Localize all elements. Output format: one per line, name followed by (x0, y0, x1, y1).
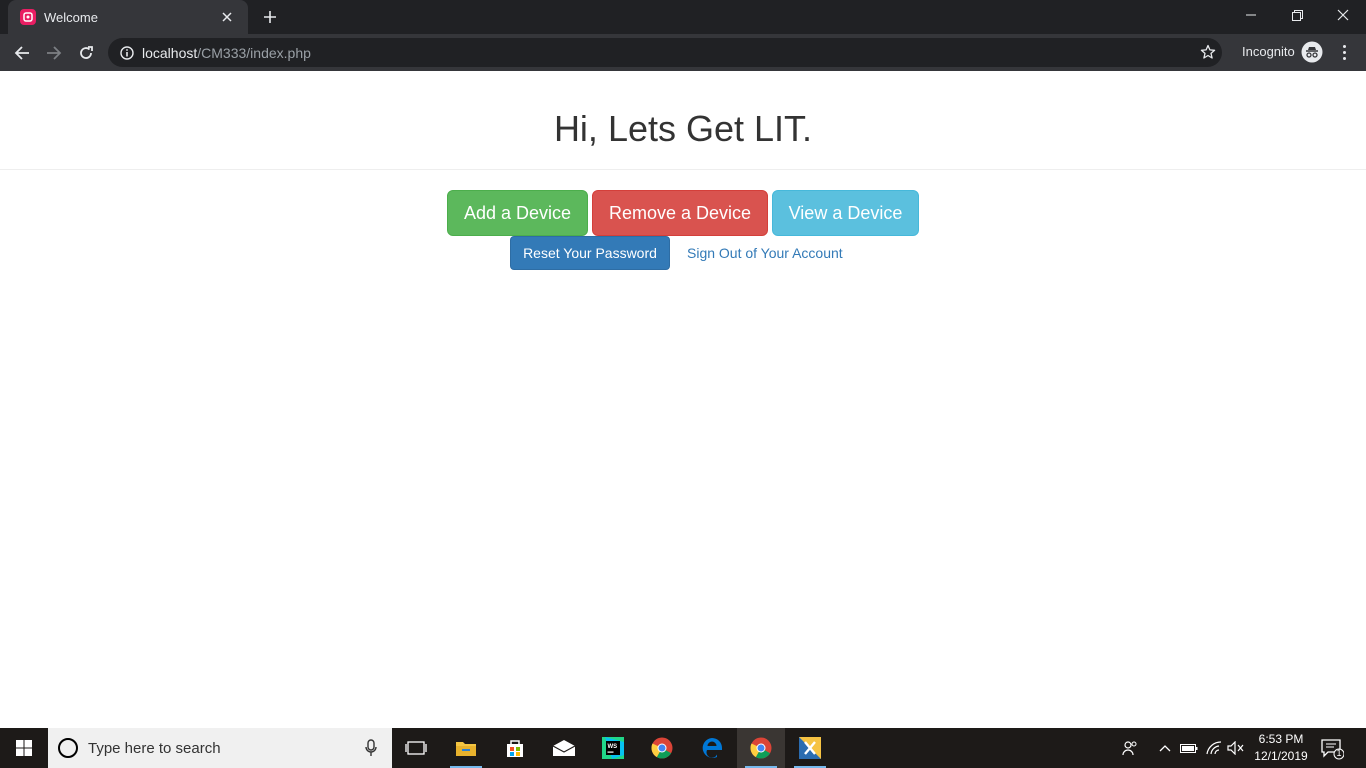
windows-start-icon[interactable] (0, 728, 48, 768)
account-actions: Reset Your Password Sign Out of Your Acc… (0, 236, 1366, 270)
kebab-menu-icon[interactable] (1336, 42, 1352, 62)
browser-tab-welcome[interactable]: Welcome (8, 0, 248, 34)
clock-date: 12/1/2019 (1254, 749, 1308, 763)
system-clock[interactable]: 6:53 PM 12/1/2019 (1252, 731, 1310, 765)
task-view-icon[interactable] (392, 728, 440, 768)
minimize-button[interactable] (1228, 0, 1274, 30)
taskbar: Type here to search WS 6:53 PM 12/1/2019… (0, 728, 1366, 768)
notification-count: 1 (1336, 748, 1342, 758)
page-title: Hi, Lets Get LIT. (553, 108, 813, 149)
xampp-icon[interactable] (786, 728, 834, 768)
new-tab-button[interactable] (258, 6, 282, 28)
url-path: /CM333/index.php (197, 44, 311, 61)
action-center-icon[interactable]: 1 (1320, 736, 1345, 760)
back-arrow-icon[interactable] (9, 40, 35, 66)
info-icon[interactable] (120, 45, 134, 60)
app-logo-icon (20, 9, 36, 25)
address-bar[interactable]: localhost/CM333/index.php (108, 38, 1222, 67)
file-explorer-icon[interactable] (442, 728, 490, 768)
page-header: Hi, Lets Get LIT. (0, 71, 1366, 170)
people-icon[interactable] (1120, 738, 1140, 758)
cortana-icon (58, 738, 78, 758)
taskbar-search-box[interactable]: Type here to search (48, 728, 392, 768)
reset-password-button[interactable]: Reset Your Password (510, 236, 670, 270)
star-icon[interactable] (1200, 44, 1216, 60)
forward-arrow-icon[interactable] (41, 40, 67, 66)
reload-icon[interactable] (73, 40, 99, 66)
device-actions: Add a Device Remove a Device View a Devi… (0, 190, 1366, 236)
microphone-icon[interactable] (364, 739, 378, 757)
edge-icon[interactable] (688, 728, 736, 768)
chevron-up-icon[interactable] (1155, 738, 1175, 758)
add-device-button[interactable]: Add a Device (447, 190, 588, 236)
search-placeholder: Type here to search (88, 739, 221, 757)
wifi-icon[interactable] (1204, 738, 1224, 758)
volume-muted-icon[interactable] (1226, 738, 1246, 758)
browser-tabstrip: Welcome (0, 0, 1366, 34)
url-host: localhost (142, 44, 198, 61)
battery-icon[interactable] (1179, 738, 1199, 758)
incognito-label[interactable]: Incognito (1242, 44, 1295, 59)
restore-button[interactable] (1274, 0, 1320, 30)
chrome-icon[interactable] (638, 728, 686, 768)
tab-close-icon[interactable] (218, 8, 236, 26)
svg-text:WS: WS (608, 744, 618, 750)
incognito-icon[interactable] (1301, 41, 1323, 63)
clock-time: 6:53 PM (1258, 732, 1304, 746)
chrome-incognito-window-icon[interactable] (737, 728, 785, 768)
tab-title: Welcome (44, 9, 98, 25)
mail-icon[interactable] (540, 728, 588, 768)
close-window-button[interactable] (1320, 0, 1366, 30)
webstorm-icon[interactable]: WS (589, 728, 637, 768)
web-page: Hi, Lets Get LIT. Add a Device Remove a … (0, 71, 1366, 728)
store-icon[interactable] (491, 728, 539, 768)
remove-device-button[interactable]: Remove a Device (592, 190, 768, 236)
view-device-button[interactable]: View a Device (772, 190, 919, 236)
browser-toolbar: localhost/CM333/index.php Incognito (0, 34, 1366, 71)
sign-out-link[interactable]: Sign Out of Your Account (687, 245, 843, 261)
